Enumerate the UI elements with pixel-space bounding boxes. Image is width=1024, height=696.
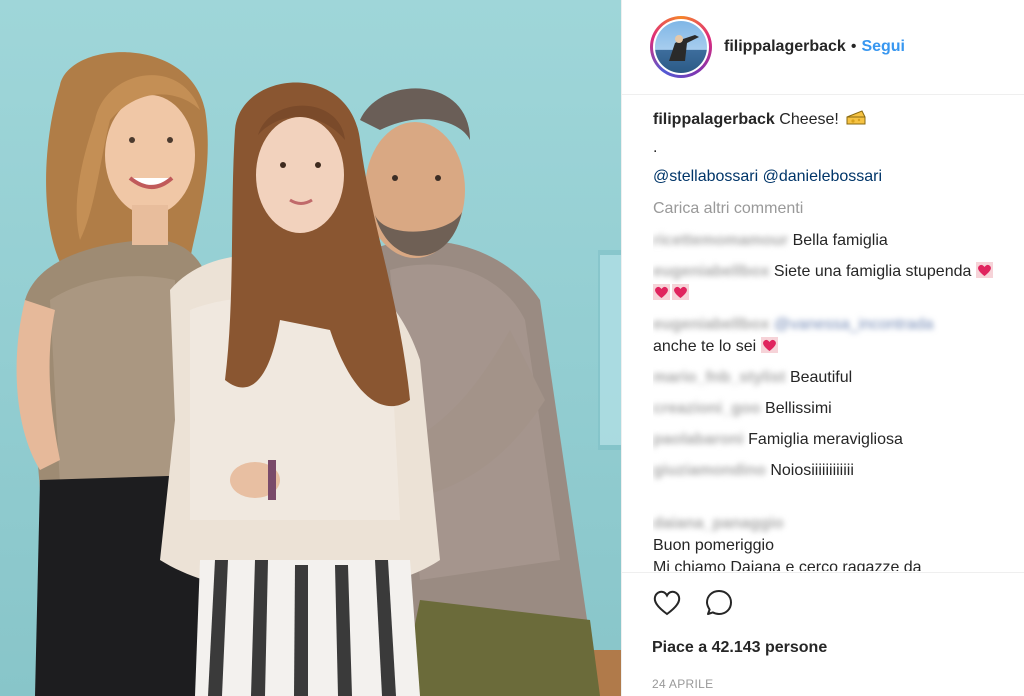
comment-item: mario_fnb_stylist Beautiful [653,367,1008,389]
comment-item: giuziamondino Noiosiiiiiiiiiiii [653,460,1008,482]
comment-mention[interactable]: @vanessa_incontrada [774,316,933,333]
follow-button[interactable]: Segui [861,38,905,56]
story-ring[interactable] [650,16,712,78]
avatar-image [669,35,699,61]
comment-item: daiana_panaggio Buon pomeriggio Mi chiam… [653,491,1008,571]
comment-item: paolabaroni Famiglia meravigliosa [653,429,1008,451]
likes-count[interactable]: Piace a 42.143 persone [652,639,995,657]
heart-outline-icon[interactable] [652,588,682,618]
post-photo[interactable] [0,0,621,696]
comment-item: eugeniabellbox @vanessa_incontrada anche… [653,314,1008,358]
caption-username[interactable]: filippalagerback [653,111,775,128]
comment-username[interactable]: daiana_panaggio [653,515,784,532]
comment-item: creazioni_goo Bellissimi [653,398,1008,420]
post-side-panel: filippalagerback • Segui filippalagerbac… [621,0,1024,696]
heart-emoji-icon [672,284,689,300]
heart-emoji-icon [760,337,778,353]
comment-text: Siete una famiglia stupenda [773,263,972,280]
load-more-comments-button[interactable]: Carica altri commenti [653,198,1008,220]
caption-text: Cheese! [779,111,839,128]
comment-item: ricettemomamour Bella famiglia [653,230,1008,252]
comment-text: anche te lo sei [653,338,757,355]
comments-list[interactable]: filippalagerback Cheese! . @stellabossar… [653,108,1008,571]
caption-dot: . [653,139,658,156]
heart-emoji-icon [653,284,670,300]
comment-username[interactable]: creazioni_goo [653,400,761,417]
avatar[interactable] [655,21,707,73]
comment-username[interactable]: ricettemomamour [653,232,788,249]
comment-text: Bellissimi [765,400,832,417]
comment-item: eugeniabellbox Siete una famiglia stupen… [653,261,1008,305]
comment-username[interactable]: giuziamondino [653,462,766,479]
speech-bubble-icon[interactable] [704,588,734,618]
comment-text: Bella famiglia [792,232,888,249]
comment-text: Famiglia meravigliosa [748,431,903,448]
caption-mentions[interactable]: @stellabossari @danielebossari [653,166,1008,188]
comment-text: Buon pomeriggio Mi chiamo Daiana e cerco… [653,537,922,571]
action-icons [652,587,995,619]
family-photo-illustration [16,52,621,696]
post-header: filippalagerback • Segui [622,0,1024,95]
comment-username[interactable]: mario_fnb_stylist [653,369,785,386]
comment-username[interactable]: paolabaroni [653,431,744,448]
striped-trousers [195,560,420,696]
heart-emoji-icon [975,262,993,278]
header-username[interactable]: filippalagerback [724,38,846,56]
comment-username[interactable]: eugeniabellbox [653,263,769,280]
cheese-emoji-icon [846,110,866,125]
comment-username[interactable]: eugeniabellbox [653,316,769,333]
header-separator: • [850,38,857,55]
comment-text: Noiosiiiiiiiiiiii [770,462,854,479]
post-actions: Piace a 42.143 persone 24 APRILE [622,572,1024,691]
post-date[interactable]: 24 APRILE [652,677,995,691]
comment-text: Beautiful [789,369,853,386]
caption: filippalagerback Cheese! [653,108,1008,131]
